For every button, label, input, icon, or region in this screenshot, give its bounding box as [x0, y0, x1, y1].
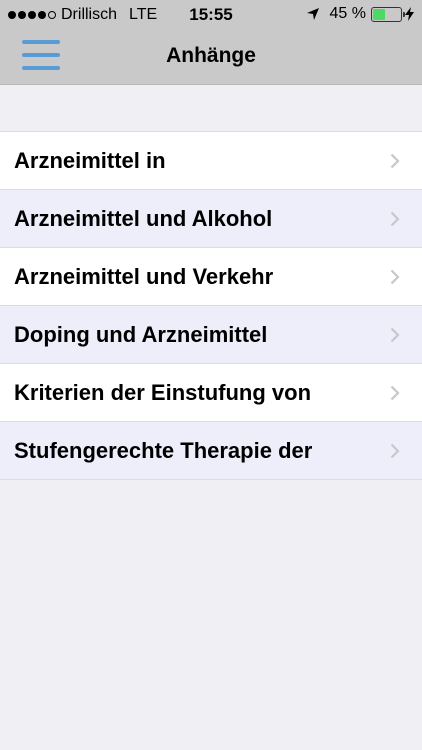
list-item-label: Arzneimittel und Verkehr — [14, 263, 274, 289]
list-item[interactable]: Arzneimittel und Alkohol — [0, 190, 422, 248]
battery-icon — [371, 6, 405, 22]
status-right: 45 % — [306, 5, 414, 23]
battery-fill — [373, 8, 386, 20]
chevron-right-icon — [390, 385, 400, 401]
list-item[interactable]: Arzneimittel und Verkehr — [0, 248, 422, 306]
chevron-right-icon — [390, 153, 400, 169]
charging-bolt-icon — [405, 7, 414, 21]
page-title: Anhänge — [166, 44, 256, 67]
list-item-label: Arzneimittel und Alkohol — [14, 205, 273, 231]
list-item[interactable]: Stufengerechte Therapie der — [0, 422, 422, 480]
chevron-right-icon — [390, 269, 400, 285]
list-item[interactable]: Kriterien der Einstufung von — [0, 364, 422, 422]
list-item-label: Stufengerechte Therapie der — [14, 437, 313, 463]
chevron-right-icon — [390, 443, 400, 459]
appendix-list: Arzneimittel in Arzneimittel und Alkohol… — [0, 131, 422, 480]
chevron-right-icon — [390, 327, 400, 343]
list-item-label: Doping und Arzneimittel — [14, 321, 268, 347]
battery-percentage: 45 % — [329, 5, 366, 22]
status-bar: Drillisch LTE 15:55 45 % — [0, 0, 422, 30]
list-item[interactable]: Doping und Arzneimittel — [0, 306, 422, 364]
list-item[interactable]: Arzneimittel in — [0, 132, 422, 190]
location-arrow-icon — [306, 8, 319, 20]
chevron-right-icon — [390, 211, 400, 227]
list-item-label: Kriterien der Einstufung von — [14, 379, 312, 405]
navigation-bar: Drillisch LTE 15:55 45 % Anhänge — [0, 0, 422, 85]
list-item-label: Arzneimittel in — [14, 147, 166, 173]
